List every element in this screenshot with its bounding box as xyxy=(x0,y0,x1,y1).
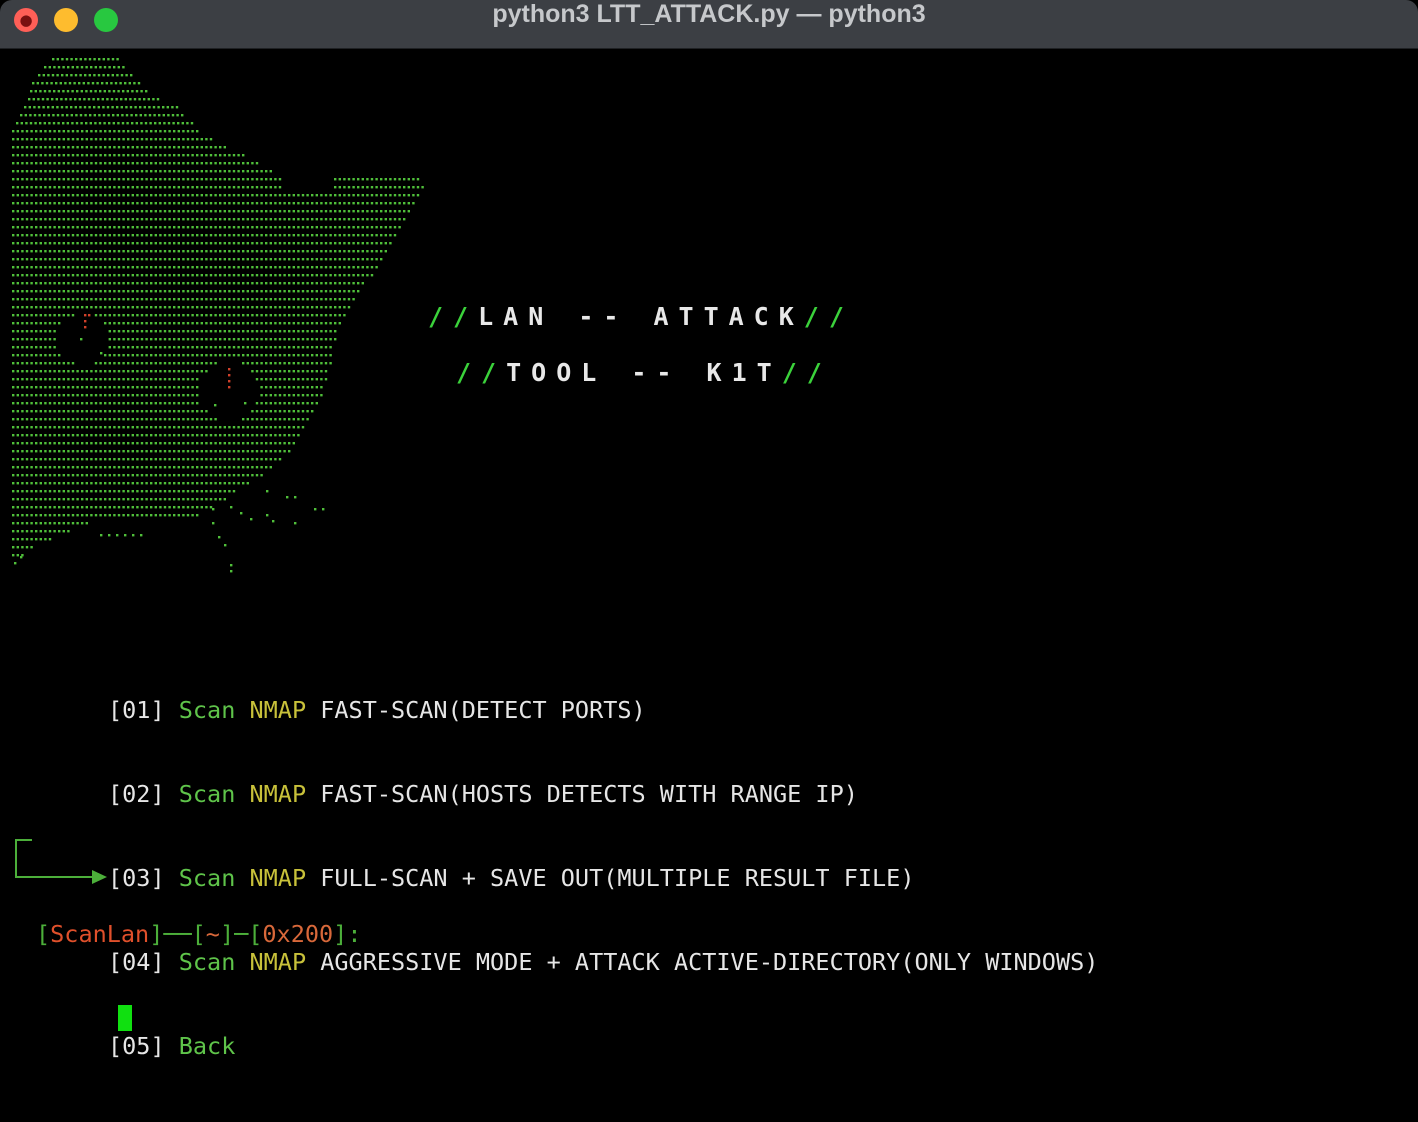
title-bar: ● python3 LTT_ATTACK.py — python3 xyxy=(0,0,1418,49)
menu-word-scan: Scan xyxy=(178,696,236,724)
menu-description: FAST-SCAN(HOSTS DETECTS WITH RANGE IP) xyxy=(320,780,858,808)
terminal-window: ● python3 LTT_ATTACK.py — python3 //LAN … xyxy=(0,0,1418,1122)
menu-word-nmap: NMAP xyxy=(249,696,307,724)
window-title: python3 LTT_ATTACK.py — python3 xyxy=(492,0,926,28)
menu-word-scan: Scan xyxy=(178,780,236,808)
menu-description: AGGRESSIVE MODE + ATTACK ACTIVE-DIRECTOR… xyxy=(320,948,1099,976)
prompt-suffix: : xyxy=(347,920,362,948)
terminal-output[interactable]: //LAN -- ATTACK// //TOOL -- K1T// [01] S… xyxy=(0,48,1418,1122)
banner-title-2: TOOL -- K1T xyxy=(506,358,782,387)
menu-word-nmap: NMAP xyxy=(249,780,307,808)
banner-slashes-left: // xyxy=(456,358,507,387)
shell-prompt: [ScanLan]──[~]─[0x200]: xyxy=(12,836,361,1088)
banner-line-2: //TOOL -- K1T// xyxy=(456,358,832,387)
banner-line-1: //LAN -- ATTACK// xyxy=(428,302,854,331)
text-cursor[interactable] xyxy=(118,1005,132,1031)
banner-slashes-right: // xyxy=(781,358,832,387)
prompt-dir: ~ xyxy=(205,920,220,948)
arrow-right-icon xyxy=(92,870,107,884)
menu-description: FAST-SCAN(DETECT PORTS) xyxy=(320,696,646,724)
prompt-context: ScanLan xyxy=(50,920,150,948)
prompt-line: [ScanLan]──[~]─[0x200]: xyxy=(36,920,362,948)
banner-slashes-right: // xyxy=(803,302,854,331)
menu-number: [02] xyxy=(108,780,165,808)
menu-item-02: [02] Scan NMAP FAST-SCAN(HOSTS DETECTS W… xyxy=(108,780,1098,808)
prompt-frame-lines xyxy=(15,839,107,884)
banner-title-1: LAN -- ATTACK xyxy=(478,302,804,331)
menu-number: [01] xyxy=(108,696,165,724)
ascii-art-logo xyxy=(12,58,424,573)
menu-item-01: [01] Scan NMAP FAST-SCAN(DETECT PORTS) xyxy=(108,696,1098,724)
banner-slashes-left: // xyxy=(428,302,479,331)
prompt-code: 0x200 xyxy=(262,920,334,948)
menu-description: FULL-SCAN + SAVE OUT(MULTIPLE RESULT FIL… xyxy=(320,864,915,892)
input-line[interactable] xyxy=(12,1004,361,1032)
